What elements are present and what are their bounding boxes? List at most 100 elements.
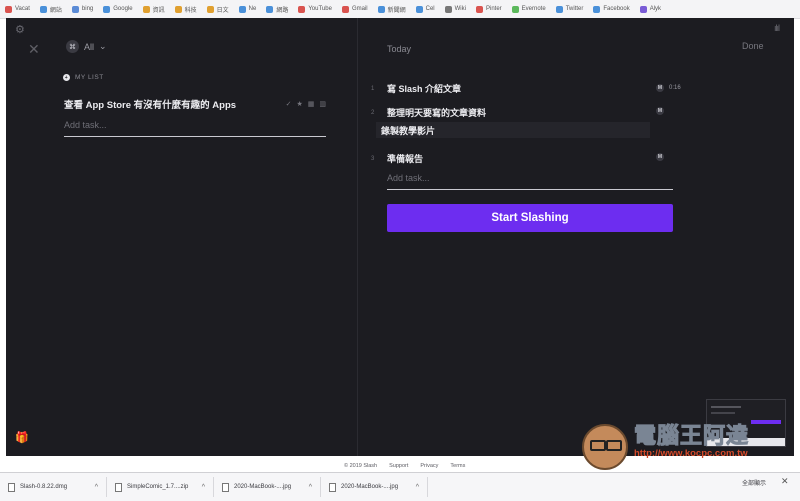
footer-terms-link[interactable]: Terms xyxy=(450,463,465,469)
bookmark-item[interactable]: Facebook xyxy=(588,0,634,18)
download-item[interactable]: Slash-0.8.22.dmg ^ xyxy=(0,477,107,497)
chevron-up-icon[interactable]: ^ xyxy=(95,484,98,491)
bookmark-item[interactable]: 資訊 xyxy=(138,0,170,18)
bookmark-item[interactable]: Pinter xyxy=(471,0,507,18)
today-add-task-input[interactable]: Add task... xyxy=(387,173,673,190)
bookmark-item[interactable]: bing xyxy=(67,0,98,18)
file-icon xyxy=(222,482,229,492)
bookmark-label: Gmail xyxy=(351,6,368,12)
task-text: 查看 App Store 有沒有什麼有趣的 Apps xyxy=(64,100,237,111)
list-filter-dropdown[interactable]: ⌘ All ⌄ xyxy=(66,40,107,53)
today-task-2[interactable]: 2 整理明天要寫的文章資料 xyxy=(371,106,486,119)
stats-icon[interactable]: ılıl xyxy=(774,23,780,33)
list-bullet-icon: + xyxy=(63,74,70,81)
trash-icon[interactable]: ▥ xyxy=(319,100,326,108)
mascot-logo xyxy=(582,424,628,470)
bookmark-item[interactable]: YouTube xyxy=(293,0,337,18)
today-task-3[interactable]: 3 準備報告 xyxy=(371,152,423,165)
download-item[interactable]: 2020-MacBook-....jpg ^ xyxy=(214,477,321,497)
bookmark-item[interactable]: 網路 xyxy=(261,0,293,18)
bookmark-item[interactable]: Google xyxy=(98,0,137,18)
bookmarks-bar: Vacat 網站 bing Google 資訊 科技 日文 Ne 網路 YouTube Gmail 新… xyxy=(0,0,800,19)
download-item[interactable]: SimpleComic_1.7....zip ^ xyxy=(107,477,214,497)
bookmark-favicon-icon xyxy=(639,5,647,13)
task-number: 3 xyxy=(371,155,375,162)
bookmark-label: 日文 xyxy=(216,7,229,14)
task-edit-field[interactable]: 錄製教學影片 xyxy=(376,122,650,138)
filter-label: All xyxy=(84,41,95,52)
file-icon xyxy=(329,482,336,492)
download-item[interactable]: 2020-MacBook-....jpg ^ xyxy=(321,477,428,497)
bookmark-label: bing xyxy=(81,6,94,12)
footer-privacy-link[interactable]: Privacy xyxy=(420,463,438,469)
bookmark-item[interactable]: Vacat xyxy=(0,0,35,18)
watermark-url: http://www.kocpc.com.tw xyxy=(634,448,748,459)
bookmark-favicon-icon xyxy=(593,5,601,13)
app-footer: © 2019 Slash Support Privacy Terms xyxy=(344,463,465,469)
file-icon xyxy=(8,482,15,492)
bookmark-label: Google xyxy=(113,6,133,12)
close-icon[interactable]: ✕ xyxy=(28,41,40,58)
bookmark-label: Twitter xyxy=(565,6,584,12)
bookmark-label: 科技 xyxy=(184,7,197,14)
priority-badge[interactable]: M xyxy=(656,84,664,92)
bookmark-favicon-icon xyxy=(555,5,563,13)
bookmark-item[interactable]: Wiki xyxy=(440,0,471,18)
bookmark-label: Evernote xyxy=(521,6,546,12)
priority-badge[interactable]: M xyxy=(656,107,664,115)
bookmark-item[interactable]: 網站 xyxy=(35,0,67,18)
bookmark-favicon-icon xyxy=(298,5,306,13)
bookmark-item[interactable]: 新聞網 xyxy=(373,0,411,18)
star-icon[interactable]: ★ xyxy=(296,100,302,108)
bookmark-favicon-icon xyxy=(511,5,519,13)
download-filename: 2020-MacBook-....jpg xyxy=(234,484,292,490)
check-icon[interactable]: ✓ xyxy=(286,100,292,108)
bookmark-item[interactable]: 科技 xyxy=(170,0,202,18)
today-task-1[interactable]: 1 寫 Slash 介紹文章 xyxy=(371,82,461,95)
show-all-downloads-button[interactable]: 全部顯示 xyxy=(742,478,766,487)
chevron-up-icon[interactable]: ^ xyxy=(309,484,312,491)
task-number: 1 xyxy=(371,85,375,92)
footer-support-link[interactable]: Support xyxy=(389,463,408,469)
list-header: + MY LIST xyxy=(63,74,104,81)
priority-badge[interactable]: M xyxy=(656,153,664,161)
bookmark-item[interactable]: Gmail xyxy=(337,0,373,18)
bookmark-favicon-icon xyxy=(266,5,274,13)
bookmark-item[interactable]: Alyk xyxy=(635,0,666,18)
chevron-up-icon[interactable]: ^ xyxy=(202,484,205,491)
bookmark-favicon-icon xyxy=(444,5,452,13)
download-filename: SimpleComic_1.7....zip xyxy=(127,484,189,490)
bookmark-label: 網路 xyxy=(276,7,289,14)
bookmark-favicon-icon xyxy=(39,5,47,13)
bookmark-label: Facebook xyxy=(603,6,630,12)
avatar: ⌘ xyxy=(66,40,79,53)
task-actions: ✓ ★ ▦ ▥ xyxy=(286,100,326,108)
bookmark-label: Ne xyxy=(248,6,257,12)
bookmark-label: 新聞網 xyxy=(387,7,406,14)
calendar-icon[interactable]: ▦ xyxy=(308,100,315,108)
bookmark-item[interactable]: Cel xyxy=(411,0,440,18)
task-text: 寫 Slash 介紹文章 xyxy=(387,84,462,94)
bookmark-label: Cel xyxy=(425,6,435,12)
gift-icon[interactable]: 🎁 xyxy=(15,431,29,444)
bookmark-label: Vacat xyxy=(15,6,30,12)
bookmark-item[interactable]: Twitter xyxy=(551,0,589,18)
bookmark-item[interactable]: Evernote xyxy=(507,0,551,18)
task-text: 準備報告 xyxy=(387,154,424,164)
add-task-input[interactable]: Add task... xyxy=(64,120,326,137)
start-slashing-button[interactable]: Start Slashing xyxy=(387,204,673,232)
gear-icon[interactable]: ⚙ xyxy=(15,23,25,36)
task-text: 整理明天要寫的文章資料 xyxy=(387,108,487,118)
list-item[interactable]: 查看 App Store 有沒有什麼有趣的 Apps ✓ ★ ▦ ▥ xyxy=(64,97,326,111)
bookmark-label: Pinter xyxy=(485,6,502,12)
bookmark-item[interactable]: 日文 xyxy=(202,0,234,18)
file-icon xyxy=(115,482,122,492)
watermark-brand: 電腦王阿達 xyxy=(633,423,750,448)
download-filename: 2020-MacBook-....jpg xyxy=(341,484,399,490)
bookmark-item[interactable]: Ne xyxy=(234,0,262,18)
chevron-up-icon[interactable]: ^ xyxy=(416,484,419,491)
done-button[interactable]: Done xyxy=(742,41,764,51)
today-heading: Today xyxy=(387,44,412,54)
panel-divider xyxy=(357,18,358,456)
close-icon[interactable]: ✕ xyxy=(781,476,789,487)
